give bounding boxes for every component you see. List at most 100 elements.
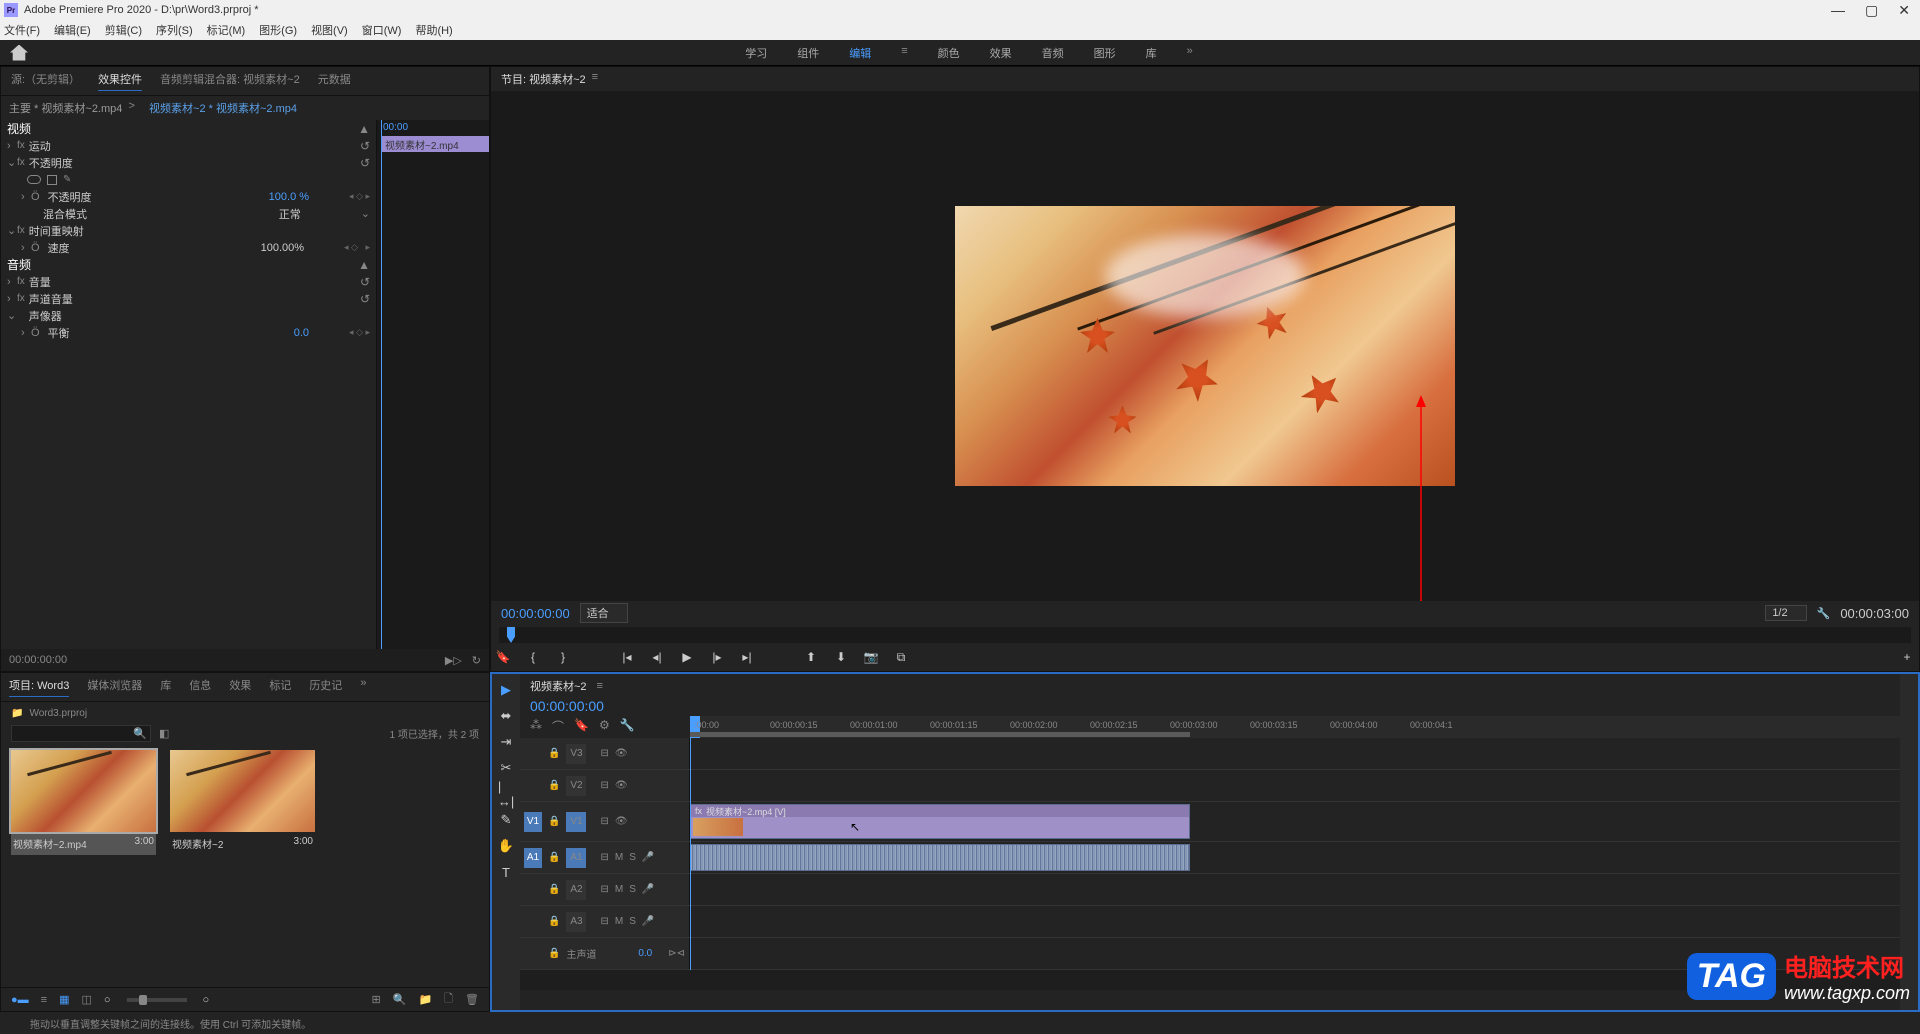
new-item-icon[interactable]: 🗋 [444,990,453,1009]
track-header-a3[interactable]: 🔒A3 ⊟MS🎤 [520,906,690,937]
timeline-tc[interactable]: 00:00:00:00 [530,698,604,714]
keyframe-nav[interactable]: ◂ ◇ ▸ [344,242,370,253]
lift-icon[interactable]: ⬆ [803,649,819,665]
ec-master-clip[interactable]: 主要 * 视频素材~2.mp4 [9,100,122,116]
trash-icon[interactable]: 🗑 [465,993,479,1006]
bin-filter-icon[interactable]: ◧ [159,727,169,740]
reset-icon[interactable]: ↺ [360,292,370,306]
hand-tool-icon[interactable]: ✋ [498,838,514,854]
wrench-icon[interactable]: 🔧 [620,718,635,735]
ec-time-remap[interactable]: 时间重映射 [29,223,370,239]
ec-volume[interactable]: 音量 [29,274,360,290]
clip-thumbnail[interactable]: 视频素材~2.mp43:00 [11,750,156,855]
menu-file[interactable]: 文件(F) [4,22,40,38]
workspace-audio[interactable]: 音频 [1042,45,1064,61]
tab-overflow-icon[interactable]: » [360,677,366,697]
reset-icon[interactable]: ↺ [360,275,370,289]
ec-opacity[interactable]: 不透明度 [29,155,360,171]
zoom-in-icon[interactable]: ○ [203,994,210,1006]
program-ruler[interactable] [499,627,1911,643]
workspace-overflow-icon[interactable]: » [1187,45,1193,61]
sequence-thumbnail[interactable]: 视频素材~23:00 [170,750,315,855]
track-header-v1[interactable]: V1🔒V1 ⊟👁 [520,802,690,841]
ec-motion[interactable]: 运动 [29,138,360,154]
ec-panner[interactable]: 声像器 [29,308,370,324]
export-frame-icon[interactable]: 📷 [863,649,879,665]
ellipse-mask-icon[interactable] [27,175,41,184]
type-tool-icon[interactable]: T [498,864,514,880]
list-view-icon[interactable]: ≡ [41,994,47,1006]
close-button[interactable]: ✕ [1898,2,1910,19]
go-to-in-icon[interactable]: |◂ [619,649,635,665]
ec-blend-val[interactable]: 正常 [279,206,301,222]
tab-effects-panel[interactable]: 效果 [229,677,251,697]
bin-icon[interactable]: 📁 [11,708,23,719]
workspace-library[interactable]: 库 [1146,45,1157,61]
tab-library[interactable]: 库 [160,677,171,697]
rect-mask-icon[interactable] [47,175,57,185]
maximize-button[interactable]: ▢ [1865,2,1878,19]
audio-clip[interactable] [690,844,1190,871]
tab-info[interactable]: 信息 [189,677,211,697]
panel-menu-icon[interactable]: ≡ [592,71,598,87]
ec-mini-timeline[interactable]: 00:00 视频素材~2.mp4 [376,120,489,649]
menu-marker[interactable]: 标记(M) [207,22,246,38]
ec-opacity-prop[interactable]: 不透明度 [48,189,269,205]
ec-balance[interactable]: 平衡 [48,325,294,341]
menu-window[interactable]: 窗口(W) [362,22,402,38]
icon-view-icon[interactable]: ▦ [59,993,69,1006]
minimize-button[interactable]: — [1831,2,1845,19]
ec-tc[interactable]: 00:00:00:00 [9,654,67,666]
settings-icon[interactable]: ⚙ [599,718,610,735]
workspace-color[interactable]: 颜色 [938,45,960,61]
workspace-edit-menu-icon[interactable]: ≡ [901,45,907,61]
keyframe-nav[interactable]: ◂ ◇ ▸ [349,191,370,202]
extract-icon[interactable]: ⬇ [833,649,849,665]
razor-tool-icon[interactable]: ✂ [498,760,514,776]
program-canvas[interactable] [491,91,1919,601]
timeline-ruler[interactable]: :00:00 00:00:00:15 00:00:01:00 00:00:01:… [690,716,1900,738]
collapse-icon[interactable]: ▲ [358,122,370,136]
tab-metadata[interactable]: 元数据 [318,71,351,91]
freeform-view-icon[interactable]: ◫ [81,993,91,1006]
menu-sequence[interactable]: 序列(S) [156,22,193,38]
program-tc-left[interactable]: 00:00:00:00 [501,606,570,621]
menu-clip[interactable]: 剪辑(C) [105,22,142,38]
zoom-slider[interactable] [127,998,187,1002]
selection-tool-icon[interactable]: ▶ [498,682,514,698]
ec-speed-val[interactable]: 100.00% [261,242,304,254]
zoom-dropdown[interactable]: 适合 [580,603,628,623]
tab-history[interactable]: 历史记 [309,677,342,697]
button-editor-icon[interactable]: + [1899,649,1915,665]
menu-edit[interactable]: 编辑(E) [54,22,91,38]
find-icon[interactable]: 🔍 [393,993,407,1006]
menu-view[interactable]: 视图(V) [311,22,348,38]
comparison-icon[interactable]: ⧉ [893,649,909,665]
reset-icon[interactable]: ↺ [360,139,370,153]
tab-media-browser[interactable]: 媒体浏览器 [87,677,142,697]
workspace-learn[interactable]: 学习 [745,45,767,61]
work-area-bar[interactable] [690,732,1190,737]
home-icon[interactable] [10,45,28,61]
track-header-master[interactable]: 🔒主声道 0.0 ⊳⊲ [520,938,690,969]
master-level[interactable]: 0.0 [638,948,652,959]
marker-add-icon[interactable]: 🔖 [574,718,589,735]
ec-play-only-icon[interactable]: ▶▷ [445,654,462,667]
tab-markers[interactable]: 标记 [269,677,291,697]
track-header-v2[interactable]: 🔒V2 ⊟👁 [520,770,690,801]
zoom-out-icon[interactable]: ○ [104,994,111,1006]
ec-balance-val[interactable]: 0.0 [294,327,309,339]
writable-icon[interactable]: ●▬ [11,994,29,1006]
ripple-edit-tool-icon[interactable]: ⇥ [498,734,514,750]
track-header-v3[interactable]: 🔒V3 ⊟👁 [520,738,690,769]
tab-project[interactable]: 项目: Word3 [9,677,69,697]
tab-source[interactable]: 源:（无剪辑） [11,71,80,91]
ec-sequence-clip[interactable]: 视频素材~2 * 视频素材~2.mp4 [149,100,297,116]
menu-help[interactable]: 帮助(H) [415,22,452,38]
new-bin-icon[interactable]: 📁 [418,993,432,1006]
pen-mask-icon[interactable]: ✎ [63,174,71,185]
tab-effect-controls[interactable]: 效果控件 [98,71,142,91]
step-back-icon[interactable]: ◂| [649,649,665,665]
ec-channel-vol[interactable]: 声道音量 [29,291,360,307]
ec-speed[interactable]: 速度 [48,240,261,256]
